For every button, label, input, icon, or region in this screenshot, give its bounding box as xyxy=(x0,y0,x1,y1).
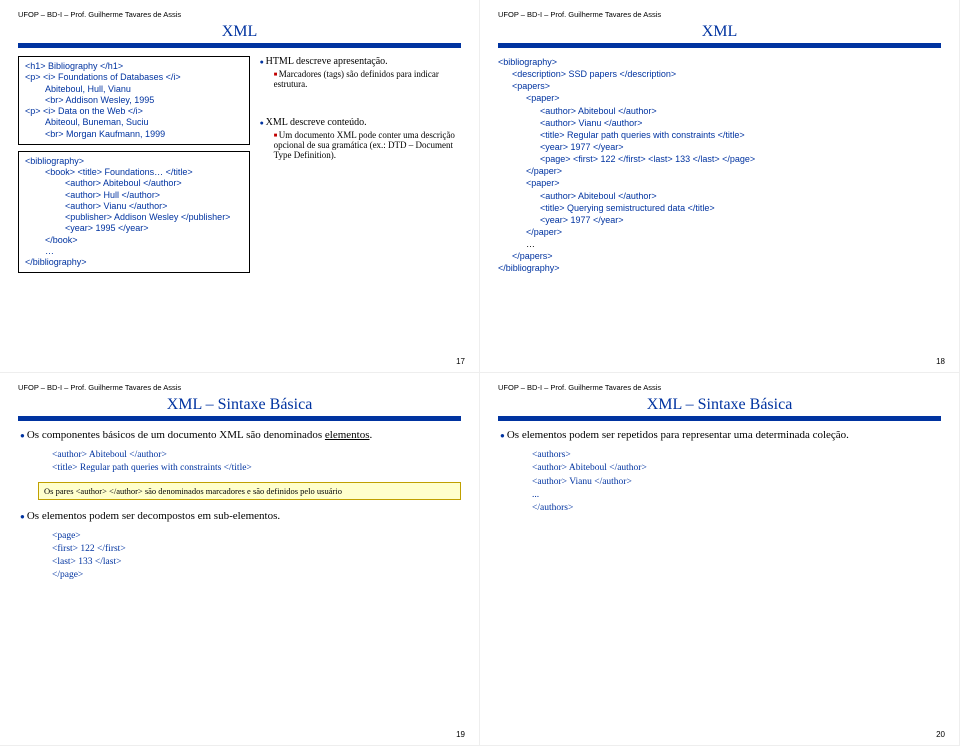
left-column: <h1> Bibliography </h1> <p> <i> Foundati… xyxy=(18,56,250,279)
xml-example-box: <bibliography> <book> <title> Foundation… xyxy=(18,151,250,274)
bullet-elements: Os componentes básicos de um documento X… xyxy=(20,429,461,441)
code-line: <author> Abiteboul </author> xyxy=(540,105,941,117)
code-line: … xyxy=(45,246,243,257)
example-authors-open: <authors> xyxy=(532,449,941,462)
bullet-repeat: Os elementos podem ser repetidos para re… xyxy=(500,429,941,441)
code-line: <h1> Bibliography </h1> xyxy=(25,61,243,72)
code-line: <author> Hull </author> xyxy=(65,190,243,201)
code-line: <year> 1995 </year> xyxy=(65,223,243,234)
code-line: <br> Addison Wesley, 1995 xyxy=(45,95,243,106)
example-author-2: <author> Vianu </author> xyxy=(532,476,941,489)
code-line: </book> xyxy=(45,235,243,246)
slide-header: UFOP – BD-I – Prof. Guilherme Tavares de… xyxy=(18,383,461,392)
title-rule xyxy=(498,43,941,48)
code-line: Abiteboul, Hull, Vianu xyxy=(45,84,243,95)
bullet-subelements: Os elementos podem ser decompostos em su… xyxy=(20,510,461,522)
code-line: <p> <i> Foundations of Databases </i> xyxy=(25,72,243,83)
title-rule xyxy=(18,43,461,48)
code-line: </bibliography> xyxy=(498,262,941,274)
slide-header: UFOP – BD-I – Prof. Guilherme Tavares de… xyxy=(18,10,461,19)
page-number: 18 xyxy=(936,357,945,366)
code-line: <bibliography> xyxy=(25,156,243,167)
example-ellipsis: ... xyxy=(532,489,941,502)
slide-17: UFOP – BD-I – Prof. Guilherme Tavares de… xyxy=(0,0,480,373)
code-line: </paper> xyxy=(526,226,941,238)
subbullet-dtd-text: Um documento XML pode conter uma descriç… xyxy=(274,130,455,160)
code-line: <br> Morgan Kaufmann, 1999 xyxy=(45,129,243,140)
callout-markers: Os pares <author> </author> são denomina… xyxy=(38,482,461,500)
code-line: <title> Querying semistructured data </t… xyxy=(540,202,941,214)
code-line: … xyxy=(526,238,941,250)
code-line: <p> <i> Data on the Web </i> xyxy=(25,106,243,117)
subbullet-dtd: Um documento XML pode conter uma descriç… xyxy=(274,130,461,160)
code-line: <paper> xyxy=(526,177,941,189)
code-line: <author> Vianu </author> xyxy=(65,201,243,212)
slide-title: XML xyxy=(498,23,941,41)
code-line: </paper> xyxy=(526,165,941,177)
page-number: 19 xyxy=(456,730,465,739)
code-line: <publisher> Addison Wesley </publisher> xyxy=(65,212,243,223)
code-line: <page> <first> 122 </first> <last> 133 <… xyxy=(540,153,941,165)
code-line: <author> Abiteboul </author> xyxy=(65,178,243,189)
code-line: <book> <title> Foundations… </title> xyxy=(45,167,243,178)
title-rule xyxy=(18,416,461,421)
html-example-box: <h1> Bibliography </h1> <p> <i> Foundati… xyxy=(18,56,250,145)
example-first: <first> 122 </first> xyxy=(52,543,461,556)
slide-19: UFOP – BD-I – Prof. Guilherme Tavares de… xyxy=(0,373,480,746)
subbullet-tags: Marcadores (tags) são definidos para ind… xyxy=(274,69,461,89)
slide-header: UFOP – BD-I – Prof. Guilherme Tavares de… xyxy=(498,10,941,19)
slide-title: XML xyxy=(18,23,461,41)
example-last: <last> 133 </last> xyxy=(52,556,461,569)
slide-header: UFOP – BD-I – Prof. Guilherme Tavares de… xyxy=(498,383,941,392)
right-column: HTML descreve apresentação. Marcadores (… xyxy=(260,56,461,279)
example-author-1: <author> Abiteboul </author> xyxy=(532,462,941,475)
code-line: </papers> xyxy=(512,250,941,262)
page-number: 20 xyxy=(936,730,945,739)
code-line: <papers> xyxy=(512,80,941,92)
handout-grid: UFOP – BD-I – Prof. Guilherme Tavares de… xyxy=(0,0,960,746)
code-line: </bibliography> xyxy=(25,257,243,268)
example-page-open: <page> xyxy=(52,530,461,543)
bullet-html: HTML descreve apresentação. xyxy=(260,56,461,67)
code-line: <year> 1977 </year> xyxy=(540,141,941,153)
code-line: <author> Vianu </author> xyxy=(540,117,941,129)
code-line: Abiteoul, Buneman, Suciu xyxy=(45,117,243,128)
code-line: <description> SSD papers </description> xyxy=(512,68,941,80)
code-line: <bibliography> xyxy=(498,56,941,68)
page-number: 17 xyxy=(456,357,465,366)
text-elements-word: elementos xyxy=(325,429,370,441)
slide-title: XML – Sintaxe Básica xyxy=(498,396,941,414)
xml-bibliography-code: <bibliography> <description> SSD papers … xyxy=(498,56,941,275)
code-line: <year> 1977 </year> xyxy=(540,214,941,226)
code-line: <paper> xyxy=(526,92,941,104)
title-rule xyxy=(498,416,941,421)
text-span: . xyxy=(370,429,373,441)
code-line: <author> Abiteboul </author> xyxy=(540,190,941,202)
slide-20: UFOP – BD-I – Prof. Guilherme Tavares de… xyxy=(480,373,960,746)
example-authors-close: </authors> xyxy=(532,502,941,515)
code-line: <title> Regular path queries with constr… xyxy=(540,129,941,141)
bullet-xml: XML descreve conteúdo. xyxy=(260,117,461,128)
example-page-close: </page> xyxy=(52,569,461,582)
text-span: Os componentes básicos de um documento X… xyxy=(27,429,325,441)
slide-title: XML – Sintaxe Básica xyxy=(18,396,461,414)
example-author: <author> Abiteboul </author> xyxy=(52,449,461,462)
example-title: <title> Regular path queries with constr… xyxy=(52,462,461,475)
slide-18: UFOP – BD-I – Prof. Guilherme Tavares de… xyxy=(480,0,960,373)
